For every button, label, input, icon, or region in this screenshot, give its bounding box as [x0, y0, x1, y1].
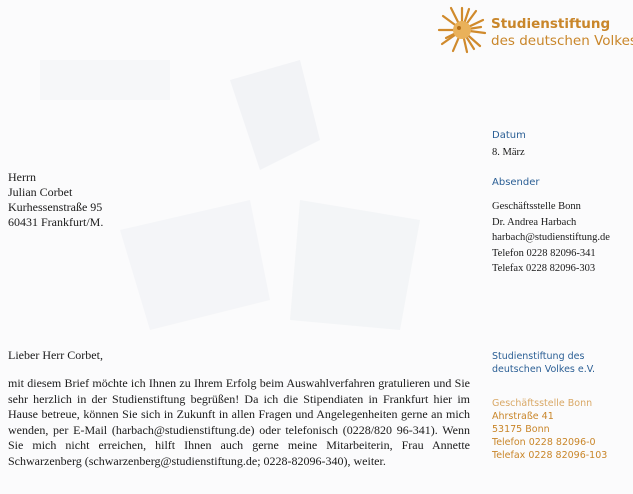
absender-block: Geschäftsstelle Bonn Dr. Andrea Harbach … [492, 199, 610, 277]
letter-body: mit diesem Brief möchte ich Ihnen zu Ihr… [8, 376, 470, 468]
org-line-1: Studienstiftung des [492, 351, 585, 362]
office-line: Ahrstraße 41 [492, 411, 554, 422]
office-line: Telefon 0228 82096-0 [492, 437, 596, 448]
absender-line: Dr. Andrea Harbach [492, 216, 577, 228]
recipient-line: Kurhessenstraße 95 [8, 200, 103, 214]
datum-value: 8. März [492, 147, 525, 158]
absender-label: Absender [492, 177, 540, 188]
organization-name: Studienstiftung des deutschen Volkes e.V… [492, 350, 595, 376]
datum-label: Datum [492, 130, 526, 141]
recipient-line: Julian Corbet [8, 185, 73, 199]
absender-line: Geschäftsstelle Bonn [492, 201, 581, 212]
logo-wordmark: Studienstiftung des deutschen Volkes [491, 16, 633, 50]
letter-greeting: Lieber Herr Corbet, [8, 348, 103, 362]
recipient-line: 60431 Frankfurt/M. [8, 215, 104, 229]
office-title: Geschäftsstelle Bonn [492, 398, 593, 409]
logo-line-2: des deutschen Volkes [491, 33, 633, 49]
absender-line: Telefax 0228 82096-303 [492, 263, 596, 274]
sunburst-head-logo-icon [437, 6, 487, 54]
absender-email: harbach@studienstiftung.de [492, 232, 610, 243]
absender-line: Telefon 0228 82096-341 [492, 247, 596, 259]
office-line: 53175 Bonn [492, 424, 550, 435]
org-line-2: deutschen Volkes e.V. [492, 364, 596, 375]
office-line: Telefax 0228 82096-103 [492, 450, 608, 461]
recipient-line: Herrn [8, 170, 36, 184]
office-address: Geschäftsstelle Bonn Ahrstraße 41 53175 … [492, 397, 607, 462]
logo-line-1: Studienstiftung [491, 16, 611, 32]
recipient-address: Herrn Julian Corbet Kurhessenstraße 95 6… [8, 170, 103, 230]
